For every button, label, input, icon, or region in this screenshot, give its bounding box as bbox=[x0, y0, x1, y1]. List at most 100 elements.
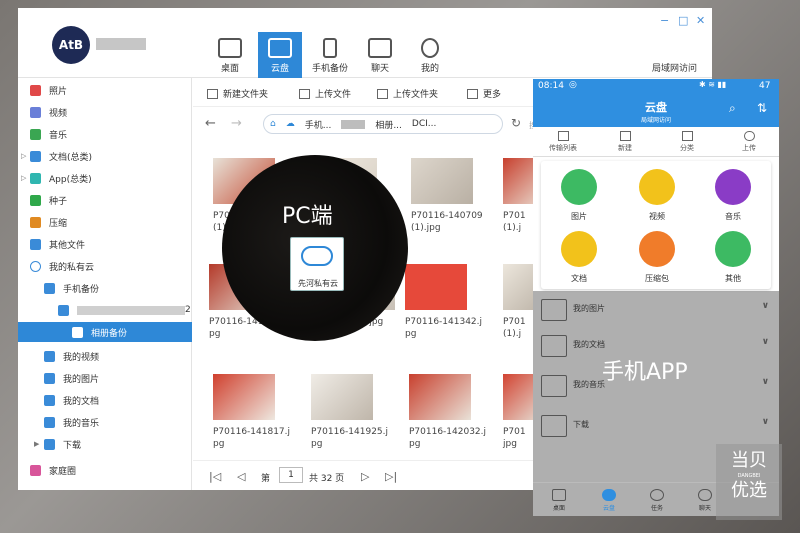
expand-caret-icon[interactable]: ▷ bbox=[21, 174, 26, 182]
cloud-icon bbox=[268, 38, 292, 58]
category-music[interactable]: 音乐 bbox=[703, 169, 763, 222]
expand-caret-icon[interactable]: ▷ bbox=[21, 152, 26, 160]
video-icon bbox=[30, 106, 41, 118]
other-files-icon bbox=[30, 238, 41, 250]
sidebar-item-photos[interactable]: 照片 bbox=[18, 80, 192, 100]
category-popup: 图片 视频 音乐 文档 压缩包 其他 bbox=[541, 161, 771, 289]
bottom-nav-desktop[interactable]: 桌面 bbox=[539, 489, 579, 512]
upload-icon bbox=[299, 88, 310, 99]
bottom-nav-cloud[interactable]: 云盘 bbox=[589, 489, 629, 512]
category-tab[interactable]: 分类 bbox=[657, 131, 717, 153]
sort-icon[interactable]: ⇅ bbox=[757, 101, 767, 115]
sidebar: 照片 视频 音乐 ▷ 文档(总类) ▷ App(总类) 种子 压缩 其他文件 我的私… bbox=[18, 78, 192, 490]
archive-icon bbox=[639, 231, 675, 267]
torrent-icon bbox=[30, 194, 41, 206]
more-button[interactable]: 更多 bbox=[467, 87, 501, 100]
folder-row[interactable]: 我的图片 ∨ bbox=[541, 297, 773, 325]
upload-folder-icon bbox=[377, 88, 388, 99]
lan-access-link[interactable]: 局域网访问 bbox=[652, 61, 697, 74]
sidebar-item-torrents[interactable]: 种子 bbox=[18, 190, 192, 210]
task-icon bbox=[650, 489, 664, 501]
sidebar-item-my-pictures[interactable]: 我的图片 bbox=[18, 368, 192, 388]
music-note-icon bbox=[715, 169, 751, 205]
more-icon bbox=[467, 88, 478, 99]
category-videos[interactable]: 视频 bbox=[627, 169, 687, 222]
new-folder-button[interactable]: 新建文件夹 bbox=[207, 87, 268, 100]
sidebar-item-archives[interactable]: 压缩 bbox=[18, 212, 192, 232]
phone-icon bbox=[323, 38, 337, 58]
username-redacted bbox=[96, 38, 146, 50]
bottom-nav-tasks[interactable]: 任务 bbox=[637, 489, 677, 512]
phone-subtitle[interactable]: 局域网访问 bbox=[533, 115, 779, 124]
cloud-icon bbox=[301, 246, 333, 266]
folder-icon bbox=[541, 375, 567, 397]
transfer-icon bbox=[557, 131, 569, 141]
pc-label: PC端 bbox=[282, 204, 333, 229]
folder-icon bbox=[541, 415, 567, 437]
monitor-icon bbox=[218, 38, 242, 58]
category-archives[interactable]: 压缩包 bbox=[627, 231, 687, 284]
sidebar-item-phone-backup[interactable]: 手机备份 bbox=[18, 278, 192, 298]
maximize-button[interactable]: □ bbox=[678, 14, 688, 27]
phone-app-label: 手机APP bbox=[602, 360, 688, 385]
nav-tab-phone-backup[interactable]: 手机备份 bbox=[308, 32, 352, 78]
search-icon[interactable]: ⌕ bbox=[729, 101, 736, 116]
sidebar-item-my-videos[interactable]: 我的视频 bbox=[18, 346, 192, 366]
category-pictures[interactable]: 图片 bbox=[549, 169, 609, 222]
nav-tab-desktop[interactable]: 桌面 bbox=[208, 32, 252, 78]
document-icon bbox=[30, 150, 41, 162]
cloud-icon bbox=[602, 489, 616, 501]
transfer-list-tab[interactable]: 传输列表 bbox=[533, 131, 593, 153]
sidebar-item-album-backup[interactable]: 相册备份 bbox=[18, 322, 192, 342]
photo-icon bbox=[30, 84, 41, 96]
watermark: 当贝 DANGBEI 优选 bbox=[716, 444, 782, 520]
sidebar-item-video[interactable]: 视频 bbox=[18, 102, 192, 122]
sidebar-item-family[interactable]: 家庭圈 bbox=[18, 460, 192, 480]
sidebar-item-private-cloud[interactable]: 我的私有云 bbox=[18, 256, 192, 276]
sidebar-item-my-docs[interactable]: 我的文档 bbox=[18, 390, 192, 410]
notification-icon: ◎ bbox=[569, 80, 577, 90]
redacted-name bbox=[77, 305, 185, 315]
folder-icon bbox=[44, 350, 55, 362]
sidebar-item-redacted-folder[interactable]: 2 bbox=[18, 300, 192, 320]
user-icon bbox=[421, 38, 439, 58]
new-folder-icon bbox=[207, 88, 218, 99]
sidebar-item-other[interactable]: 其他文件 bbox=[18, 234, 192, 254]
archive-icon bbox=[30, 216, 41, 228]
sidebar-item-my-music[interactable]: 我的音乐 bbox=[18, 412, 192, 432]
private-cloud-app-shortcut[interactable]: 先河私有云 bbox=[290, 237, 344, 291]
expand-caret-icon[interactable]: ▶ bbox=[34, 440, 39, 448]
close-button[interactable]: ✕ bbox=[696, 14, 705, 27]
folder-icon bbox=[44, 282, 55, 294]
folder-icon bbox=[72, 326, 83, 338]
sidebar-item-docs[interactable]: ▷ 文档(总类) bbox=[18, 146, 192, 166]
user-avatar[interactable]: AtB bbox=[52, 26, 90, 64]
nav-tab-mine[interactable]: 我的 bbox=[408, 32, 452, 78]
upload-tab[interactable]: 上传 bbox=[719, 131, 779, 153]
cloud-icon bbox=[30, 260, 41, 272]
clock: 08:14 bbox=[538, 81, 564, 91]
folder-icon bbox=[44, 438, 55, 450]
new-tab[interactable]: 新建 bbox=[595, 131, 655, 153]
sidebar-item-downloads[interactable]: ▶ 下载 bbox=[18, 434, 192, 454]
category-other[interactable]: 其他 bbox=[703, 231, 763, 284]
folder-row[interactable]: 下载 ∨ bbox=[541, 413, 773, 441]
chat-icon bbox=[698, 489, 712, 501]
app-icon bbox=[30, 172, 41, 184]
home-icon bbox=[30, 464, 41, 476]
upload-file-button[interactable]: 上传文件 bbox=[299, 87, 351, 100]
grid-icon bbox=[681, 131, 693, 141]
minimize-button[interactable]: − bbox=[660, 14, 669, 27]
nav-tab-chat[interactable]: 聊天 bbox=[358, 32, 402, 78]
category-docs[interactable]: 文档 bbox=[549, 231, 609, 284]
phone-title: 云盘 bbox=[645, 101, 667, 114]
chevron-down-icon: ∨ bbox=[761, 337, 769, 347]
upload-folder-button[interactable]: 上传文件夹 bbox=[377, 87, 438, 100]
folder-icon bbox=[58, 304, 69, 316]
chat-icon bbox=[368, 38, 392, 58]
sidebar-item-apps[interactable]: ▷ App(总类) bbox=[18, 168, 192, 188]
sidebar-item-music[interactable]: 音乐 bbox=[18, 124, 192, 144]
cloud-upload-icon bbox=[743, 131, 755, 141]
folder-icon bbox=[44, 416, 55, 428]
nav-tab-cloud[interactable]: 云盘 bbox=[258, 32, 302, 78]
